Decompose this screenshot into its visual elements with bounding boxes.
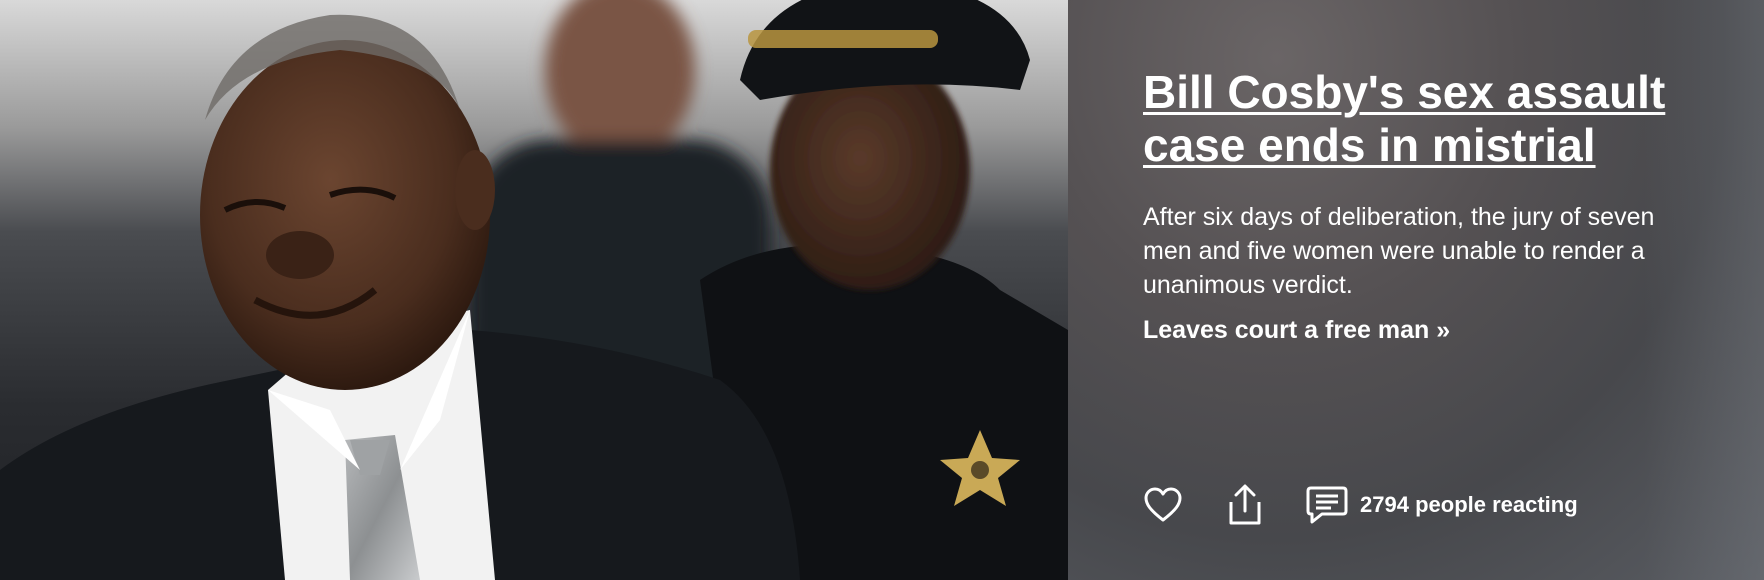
related-story-link[interactable]: Leaves court a free man »: [1143, 314, 1450, 346]
reaction-count: 2794: [1360, 492, 1409, 517]
comment-icon: [1306, 486, 1348, 524]
story-card: Bill Cosby's sex assault case ends in mi…: [0, 0, 1764, 580]
reaction-count-text[interactable]: 2794 people reacting: [1360, 492, 1578, 518]
like-button[interactable]: [1140, 482, 1186, 528]
reaction-suffix: people reacting: [1415, 492, 1578, 517]
story-headline-link[interactable]: Bill Cosby's sex assault case ends in mi…: [1143, 66, 1723, 172]
reaction-bar: 2794 people reacting: [1140, 482, 1578, 528]
story-photo-illustration: [0, 0, 1068, 580]
story-panel: Bill Cosby's sex assault case ends in mi…: [1068, 0, 1764, 580]
share-icon: [1229, 484, 1261, 525]
comment-button[interactable]: [1304, 482, 1350, 528]
share-button[interactable]: [1222, 482, 1268, 528]
story-summary: After six days of deliberation, the jury…: [1143, 203, 1655, 299]
story-photo[interactable]: [0, 0, 1068, 580]
heart-icon: [1144, 487, 1182, 522]
